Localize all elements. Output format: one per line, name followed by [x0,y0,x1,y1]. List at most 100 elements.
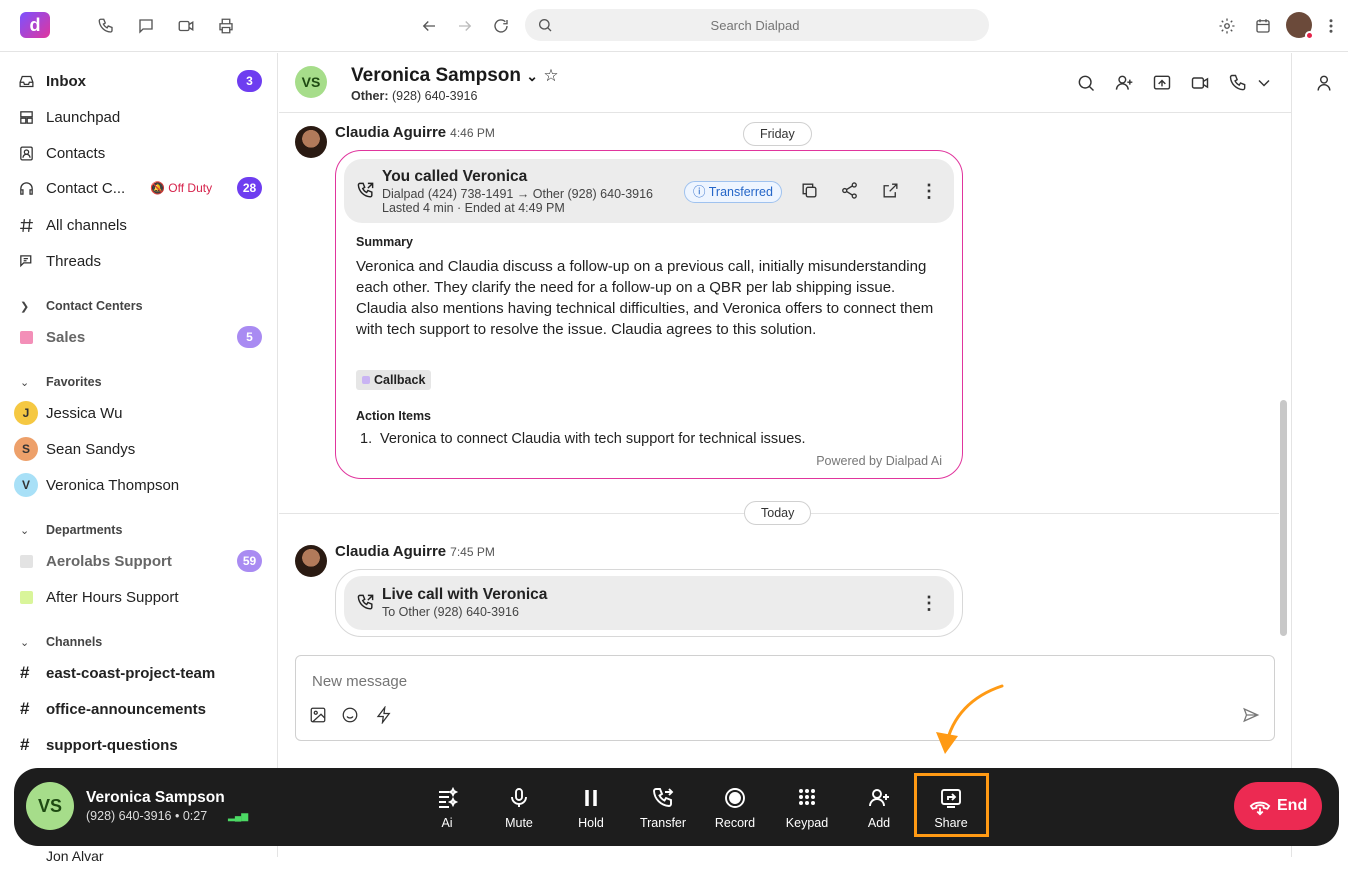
ai-button[interactable]: Ai [415,786,479,832]
section-channels[interactable]: ⌄ Channels [0,632,278,652]
message-input[interactable] [312,669,1012,693]
sidebar-item-channel[interactable]: # support-questions [0,728,278,762]
action-text: Veronica to connect Claudia with tech su… [380,431,806,447]
chevron-down-icon: ⌄ [20,524,30,537]
chevron-down-icon[interactable]: ⌄ [526,68,538,84]
phone-icon[interactable] [94,14,118,38]
forward-icon[interactable] [453,14,477,38]
hold-button[interactable]: Hold [559,786,623,832]
add-button[interactable]: Add [847,786,911,832]
avatar[interactable] [295,545,327,577]
call-record[interactable]: Live call with Veronica To Other (928) 6… [344,576,954,630]
emoji-icon[interactable] [341,706,361,726]
more-icon[interactable]: ⋮ [918,180,940,202]
off-duty-status[interactable]: 🔕 Off Duty [150,181,212,195]
dialpad-logo[interactable]: d [20,12,50,38]
avatar[interactable]: VS [26,782,74,830]
sidebar-item-channel[interactable]: # east-coast-project-team [0,656,278,690]
search-bar[interactable] [525,9,989,41]
contact-name[interactable]: Veronica Sampson ⌄ ☆ [351,65,559,87]
section-favorites[interactable]: ⌄ Favorites [0,372,278,392]
sidebar-item-label: Contacts [46,144,106,162]
right-rail [1291,53,1348,857]
contacts-icon [17,144,35,162]
call-summary-card: You called Veronica Dialpad (424) 738-14… [335,150,963,479]
hash-icon: # [20,663,30,682]
message-sender[interactable]: Claudia Aguirre 7:45 PM [335,543,495,560]
message-sender[interactable]: Claudia Aguirre 4:46 PM [335,124,495,141]
keypad-button[interactable]: Keypad [775,786,839,832]
more-icon[interactable]: ⋮ [918,592,940,614]
sidebar-item-label: Contact C... [46,179,126,197]
transfer-button[interactable]: Transfer [631,786,695,832]
back-icon[interactable] [417,14,441,38]
record-button[interactable]: Record [703,786,767,832]
sidebar-item-contacts[interactable]: Contacts [0,136,278,170]
top-bar: d [0,0,1348,52]
sidebar-item-all-channels[interactable]: All channels [0,208,278,242]
contact-details-icon[interactable] [1314,73,1336,95]
chevron-down-icon: ⌄ [20,376,30,389]
sidebar-item-department[interactable]: After Hours Support [0,580,278,614]
chevron-down-icon[interactable] [1254,73,1276,95]
action-items-heading: Action Items [356,409,432,423]
more-icon[interactable] [1319,14,1343,38]
summary-heading: Summary [356,235,413,249]
add-contact-icon[interactable] [1114,73,1136,95]
hash-icon: # [20,735,30,754]
section-title: Favorites [46,375,102,389]
open-external-icon[interactable] [881,181,903,203]
sidebar-item-threads[interactable]: Threads [0,244,278,278]
settings-icon[interactable] [1215,14,1239,38]
sidebar-item-favorite[interactable]: S Sean Sandys [0,432,278,466]
live-call-card: Live call with Veronica To Other (928) 6… [335,569,963,637]
color-square [20,554,33,568]
video-icon[interactable] [174,14,198,38]
mute-button[interactable]: Mute [487,786,551,832]
sidebar-item-inbox[interactable]: Inbox 3 [0,64,278,98]
print-icon[interactable] [214,14,238,38]
phone-icon[interactable] [1228,73,1250,95]
copy-icon[interactable] [800,181,822,203]
hash-icon: # [20,699,30,718]
search-icon[interactable] [1076,73,1098,95]
sidebar-item-contact-center[interactable]: Contact C... 🔕 Off Duty 28 [0,171,278,205]
star-icon[interactable]: ☆ [543,66,558,85]
sidebar-item-favorite[interactable]: J Jessica Wu [0,396,278,430]
calendar-icon[interactable] [1251,14,1275,38]
avatar: V [14,473,38,497]
sidebar-item-sales[interactable]: Sales 5 [0,320,278,354]
avatar[interactable] [295,126,327,158]
lightning-icon[interactable] [375,705,395,726]
search-input[interactable] [565,9,945,41]
outgoing-call-icon [356,593,376,613]
control-label: Hold [578,816,604,830]
sidebar-item-favorite[interactable]: V Veronica Thompson [0,468,278,502]
callback-tag[interactable]: Callback [356,370,432,390]
share-icon[interactable] [840,181,862,203]
call-record[interactable]: You called Veronica Dialpad (424) 738-14… [344,159,954,223]
control-label: Keypad [785,816,829,830]
send-icon[interactable] [1242,706,1262,726]
sidebar-item-channel[interactable]: # office-announcements [0,692,278,726]
image-icon[interactable] [309,706,329,726]
control-label: Mute [505,816,533,830]
call-sub: To Other (928) 640-3916 [382,605,519,619]
headset-icon [17,179,35,197]
sidebar-item-launchpad[interactable]: Launchpad [0,100,278,134]
chat-icon[interactable] [134,14,158,38]
video-icon[interactable] [1190,73,1212,95]
section-departments[interactable]: ⌄ Departments [0,520,278,540]
scrollbar[interactable] [1280,400,1287,636]
avatar[interactable]: VS [295,66,327,98]
sidebar-item-department[interactable]: Aerolabs Support 59 [0,544,278,578]
end-call-button[interactable]: End [1234,782,1322,830]
sidebar-item-label: Threads [46,252,102,270]
message-feed: Claudia Aguirre 4:46 PM Friday You called… [279,114,1291,650]
section-contact-centers[interactable]: ❯ Contact Centers [0,296,278,316]
share-screen-icon[interactable] [1152,73,1174,95]
action-item: 1. Veronica to connect Claudia with tech … [360,431,806,447]
refresh-icon[interactable] [489,14,513,38]
contact-subtitle: Other: (928) 640-3916 [351,89,477,103]
color-square [20,330,33,344]
